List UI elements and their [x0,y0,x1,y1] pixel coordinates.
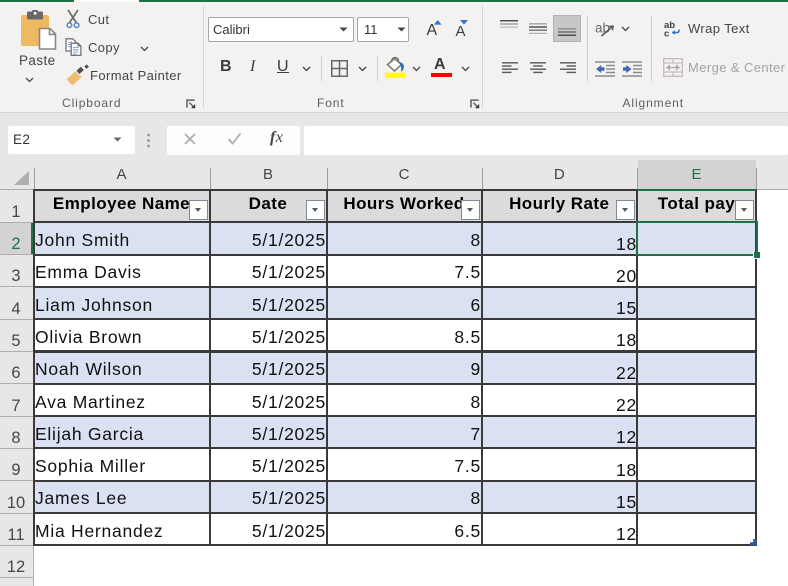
svg-text:ab: ab [595,21,610,36]
svg-text:c: c [664,29,669,40]
